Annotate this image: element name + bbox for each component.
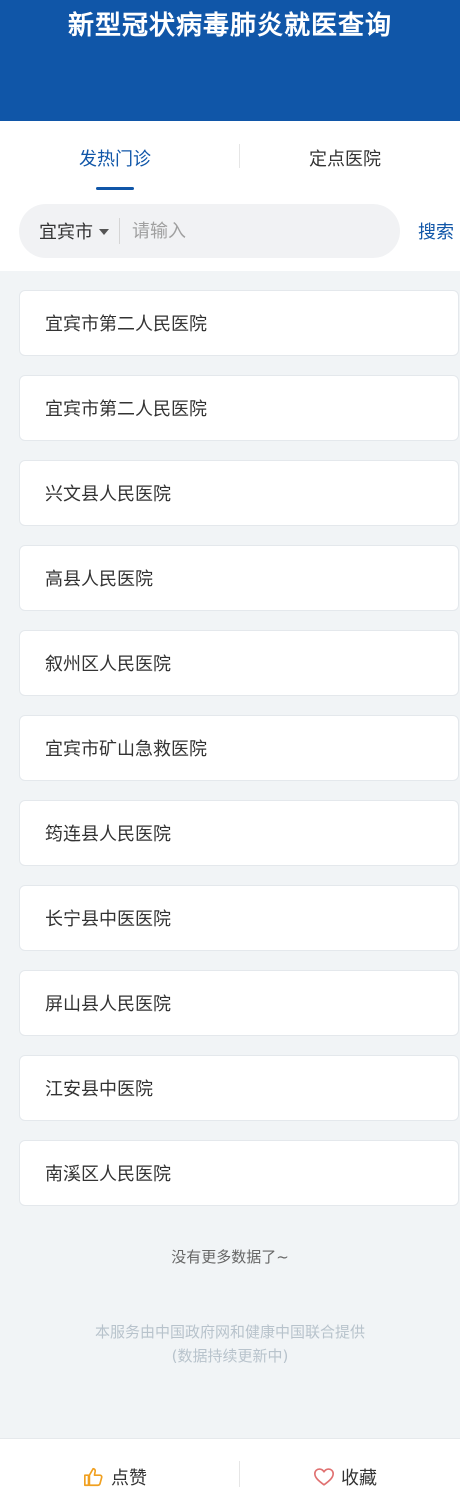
hospital-list: 宜宾市第二人民医院 宜宾市第二人民医院 兴文县人民医院 高县人民医院 叙州区人民医院 宜宾… — [19, 290, 459, 1225]
thumbs-up-icon — [84, 1467, 103, 1487]
hospital-list-item[interactable]: 兴文县人民医院 — [19, 460, 459, 526]
provider-line-2: (数据持续更新中) — [171, 1347, 289, 1365]
hospital-list-item[interactable]: 宜宾市第二人民医院 — [19, 290, 459, 356]
search-button[interactable]: 搜索 — [418, 218, 454, 244]
hospital-list-item[interactable]: 屏山县人民医院 — [19, 970, 459, 1036]
bottom-divider — [239, 1461, 240, 1487]
search-input[interactable] — [120, 211, 360, 251]
favorite-label: 收藏 — [341, 1468, 377, 1489]
tab-bar: 发热门诊 定点医院 — [0, 121, 460, 196]
no-more-data-text: 没有更多数据了~ — [171, 1248, 289, 1266]
provider-note: 本服务由中国政府网和健康中国联合提供 (数据持续更新中) — [0, 1320, 460, 1368]
hospital-list-item[interactable]: 长宁县中医医院 — [19, 885, 459, 951]
city-select-value: 宜宾市 — [39, 222, 93, 243]
hospital-list-item[interactable]: 南溪区人民医院 — [19, 1140, 459, 1206]
hospital-list-item[interactable]: 宜宾市矿山急救医院 — [19, 715, 459, 781]
caret-down-icon — [99, 229, 109, 235]
provider-line-1: 本服务由中国政府网和健康中国联合提供 — [94, 1323, 365, 1341]
tab-fever-clinic[interactable]: 发热门诊 — [0, 121, 230, 196]
hospital-list-item[interactable]: 高县人民医院 — [19, 545, 459, 611]
favorite-button[interactable]: 收藏 — [230, 1439, 460, 1509]
search-box: 宜宾市 — [19, 204, 400, 258]
page-title: 新型冠状病毒肺炎就医查询 — [67, 11, 392, 41]
heart-icon — [314, 1468, 334, 1486]
hospital-list-item[interactable]: 叙州区人民医院 — [19, 630, 459, 696]
hospital-list-item[interactable]: 筠连县人民医院 — [19, 800, 459, 866]
like-button[interactable]: 点赞 — [0, 1439, 230, 1509]
bottom-bar: 点赞 收藏 — [0, 1438, 460, 1509]
city-select[interactable]: 宜宾市 — [19, 218, 119, 244]
hospital-list-item[interactable]: 宜宾市第二人民医院 — [19, 375, 459, 441]
tab-divider — [239, 144, 240, 168]
header: 新型冠状病毒肺炎就医查询 — [0, 0, 460, 121]
tab-designated-hospital[interactable]: 定点医院 — [230, 121, 460, 196]
like-label: 点赞 — [111, 1468, 147, 1489]
hospital-list-item[interactable]: 江安县中医院 — [19, 1055, 459, 1121]
page: 新型冠状病毒肺炎就医查询 发热门诊 定点医院 宜宾市 搜索 宜宾市第二人民医院宜… — [0, 0, 460, 1509]
search-bar: 宜宾市 搜索 — [0, 196, 460, 271]
